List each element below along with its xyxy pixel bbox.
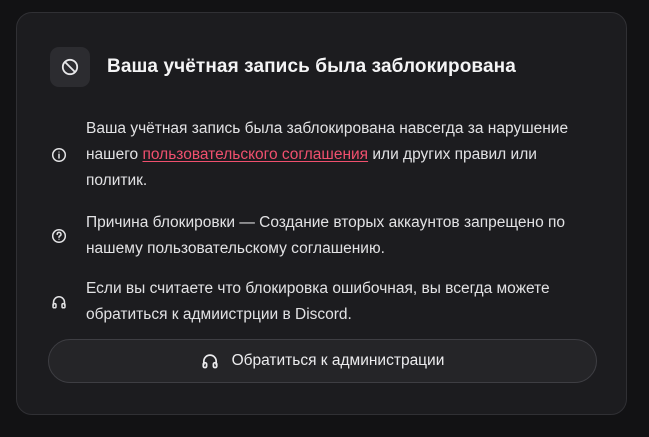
dialog-header: Ваша учётная запись была заблокирована xyxy=(50,47,516,87)
ban-reason-row: Причина блокировки — Создание вторых акк… xyxy=(50,210,600,262)
appeal-info-text: Если вы считаете что блокировка ошибочна… xyxy=(86,280,550,323)
question-icon xyxy=(50,227,68,245)
headphones-icon xyxy=(50,293,68,311)
info-icon xyxy=(50,146,68,164)
appeal-info-row: Если вы считаете что блокировка ошибочна… xyxy=(50,276,610,328)
ban-info-text: Ваша учётная запись была заблокирована н… xyxy=(86,116,600,194)
ban-info-row: Ваша учётная запись была заблокирована н… xyxy=(50,116,600,194)
headphones-icon xyxy=(201,352,219,370)
ban-icon xyxy=(50,47,90,87)
user-agreement-link[interactable]: пользовательского соглашения xyxy=(142,146,368,163)
dialog-title: Ваша учётная запись была заблокирована xyxy=(107,56,516,77)
ban-notice-card: Ваша учётная запись была заблокирована В… xyxy=(16,12,627,415)
contact-administration-button[interactable]: Обратиться к администрации xyxy=(48,339,597,383)
ban-reason-text: Причина блокировки — Создание вторых акк… xyxy=(86,214,566,257)
contact-administration-label: Обратиться к администрации xyxy=(231,352,445,369)
